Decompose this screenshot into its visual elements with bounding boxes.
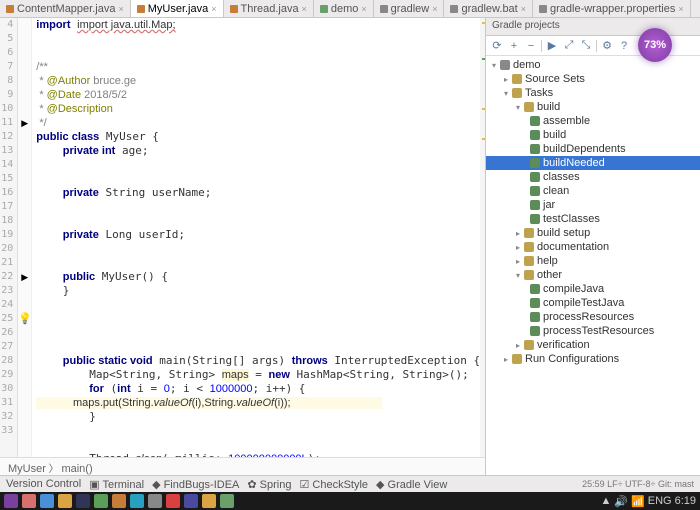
breadcrumb[interactable]: MyUser 〉 main() bbox=[0, 457, 485, 475]
code-area[interactable]: import import java.util.Map; /** * @Auth… bbox=[32, 18, 480, 457]
taskbar-app-11[interactable] bbox=[184, 494, 198, 508]
system-tray[interactable]: ▲🔊📶 ENG 6:19 bbox=[600, 495, 696, 508]
tab-contentmapper[interactable]: ContentMapper.java× bbox=[0, 0, 131, 17]
taskbar-app-13[interactable] bbox=[220, 494, 234, 508]
gradle-panel: Gradle projects ⟳ + − ▶ ⤢ ⤡ ⚙ ? ▾demo ▸S… bbox=[485, 18, 700, 475]
taskbar-app-6[interactable] bbox=[94, 494, 108, 508]
taskbar-app-5[interactable] bbox=[76, 494, 90, 508]
taskbar-app-10[interactable] bbox=[166, 494, 180, 508]
taskbar-app-12[interactable] bbox=[202, 494, 216, 508]
taskbar-app-7[interactable] bbox=[112, 494, 126, 508]
tab-gradlewbat[interactable]: gradlew.bat× bbox=[444, 0, 533, 17]
taskbar-app-2[interactable] bbox=[22, 494, 36, 508]
line-gutter: 4567891011121314151617181920212223242526… bbox=[0, 18, 18, 457]
tab-gradlew[interactable]: gradlew× bbox=[374, 0, 445, 17]
expand-icon[interactable]: ⤢ bbox=[562, 39, 576, 53]
tab-demo[interactable]: demo× bbox=[314, 0, 374, 17]
task-clean: clean bbox=[486, 184, 700, 198]
gutter-marks: ▶▶💡 bbox=[18, 18, 32, 457]
taskbar-app-9[interactable] bbox=[148, 494, 162, 508]
error-stripe[interactable] bbox=[480, 18, 485, 457]
taskbar-app-1[interactable] bbox=[4, 494, 18, 508]
tab-myuser[interactable]: MyUser.java× bbox=[131, 0, 224, 17]
settings-icon[interactable]: ⚙ bbox=[600, 39, 614, 53]
task-build: build bbox=[486, 128, 700, 142]
status-findbugs[interactable]: ◆ FindBugs-IDEA bbox=[152, 478, 239, 491]
task-classes: classes bbox=[486, 170, 700, 184]
task-testclasses: testClasses bbox=[486, 212, 700, 226]
status-spring[interactable]: ✿ Spring bbox=[247, 478, 291, 491]
windows-taskbar: ▲🔊📶 ENG 6:19 bbox=[0, 492, 700, 510]
status-gradle[interactable]: ◆ Gradle View bbox=[376, 478, 447, 491]
gradle-tree[interactable]: ▾demo ▸Source Sets ▾Tasks ▾build assembl… bbox=[486, 56, 700, 475]
taskbar-app-8[interactable] bbox=[130, 494, 144, 508]
help-icon[interactable]: ? bbox=[617, 39, 631, 53]
status-checkstyle[interactable]: ☑ CheckStyle bbox=[299, 478, 368, 491]
taskbar-app-3[interactable] bbox=[40, 494, 54, 508]
detach-icon[interactable]: − bbox=[524, 39, 538, 53]
tab-gradlewrapper[interactable]: gradle-wrapper.properties× bbox=[533, 0, 691, 17]
status-terminal[interactable]: ▣ Terminal bbox=[89, 478, 144, 491]
status-vcs[interactable]: Version Control bbox=[6, 478, 81, 491]
profiler-badge[interactable]: 73% bbox=[638, 28, 672, 62]
collapse-icon[interactable]: ⤡ bbox=[579, 39, 593, 53]
attach-icon[interactable]: + bbox=[507, 39, 521, 53]
task-jar: jar bbox=[486, 198, 700, 212]
status-right[interactable]: 25:59 LF÷ UTF-8÷ Git: mast bbox=[582, 479, 700, 489]
editor-tabs: ContentMapper.java× MyUser.java× Thread.… bbox=[0, 0, 700, 18]
taskbar-app-4[interactable] bbox=[58, 494, 72, 508]
code-editor: 4567891011121314151617181920212223242526… bbox=[0, 18, 485, 475]
status-bar: Version Control ▣ Terminal ◆ FindBugs-ID… bbox=[0, 475, 700, 492]
task-buildneeded: buildNeeded bbox=[486, 156, 700, 170]
run-icon[interactable]: ▶ bbox=[545, 39, 559, 53]
task-builddependents: buildDependents bbox=[486, 142, 700, 156]
refresh-icon[interactable]: ⟳ bbox=[490, 39, 504, 53]
task-assemble: assemble bbox=[486, 114, 700, 128]
tab-thread[interactable]: Thread.java× bbox=[224, 0, 314, 17]
